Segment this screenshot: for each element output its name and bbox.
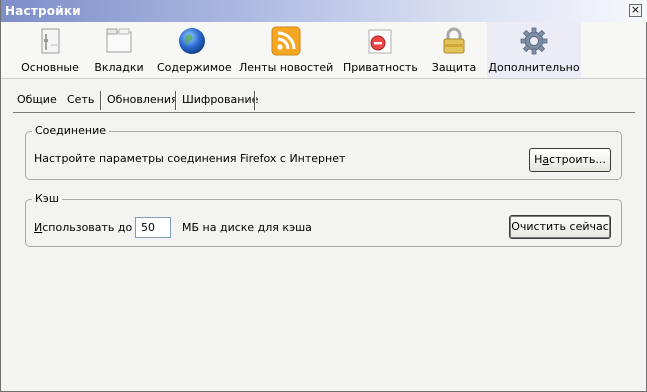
clear-cache-button[interactable]: Очистить сейчас (509, 215, 611, 239)
toolbar-tabs[interactable]: Вкладки (91, 22, 147, 78)
toolbar-feeds[interactable]: Ленты новостей (239, 22, 333, 78)
close-icon: × (630, 3, 641, 16)
subtab-updates[interactable]: Обновления (107, 90, 178, 110)
preferences-toolbar: Основные Вкладки Содержимое Ленты новост… (1, 22, 646, 79)
pane-divider (13, 112, 635, 113)
toolbar-content[interactable]: Содержимое (157, 22, 232, 78)
globe-icon (179, 28, 205, 54)
subtab-encryption[interactable]: Шифрование (182, 90, 258, 110)
toolbar-privacy[interactable]: Приватность (343, 22, 418, 78)
subtab-separator (100, 91, 102, 110)
toolbar-label: Основные (21, 61, 79, 74)
close-button[interactable]: × (629, 4, 642, 17)
label-accel-letter: И (34, 221, 43, 234)
cache-legend: Кэш (32, 192, 62, 205)
tabs-icon (106, 28, 132, 53)
general-icon (41, 28, 60, 54)
subtab-network[interactable]: Сеть (67, 90, 94, 110)
padlock-icon (443, 27, 465, 54)
connection-legend: Соединение (32, 124, 110, 137)
connection-description: Настройте параметры соединения Firefox с… (34, 152, 346, 165)
label-rest: спользовать до (42, 221, 133, 234)
toolbar-advanced[interactable]: Дополнительно (487, 22, 581, 78)
connection-settings-button[interactable]: Настроить... (529, 148, 611, 172)
cache-group: Кэш Использовать до 50 МБ на диске для к… (25, 192, 622, 247)
toolbar-label: Приватность (343, 61, 418, 74)
preferences-window: Настройки × Основные Вкладки Содержимое … (0, 0, 647, 392)
button-label-rest: строить... (549, 153, 606, 166)
toolbar-label: Содержимое (157, 61, 232, 74)
toolbar-label: Вкладки (94, 61, 144, 74)
rss-icon (271, 26, 301, 56)
toolbar-label: Дополнительно (488, 61, 580, 74)
cache-unit-label: МБ на диске для кэша (182, 221, 312, 234)
toolbar-general[interactable]: Основные (17, 22, 83, 78)
cache-size-input[interactable]: 50 (135, 217, 171, 238)
connection-group: Соединение Настройте параметры соединени… (25, 124, 622, 180)
cache-use-label: Использовать до (34, 221, 132, 234)
subtab-separator (175, 91, 177, 110)
toolbar-security[interactable]: Защита (427, 22, 481, 78)
subtab-separator (254, 91, 256, 110)
title-bar[interactable]: Настройки × (1, 0, 647, 22)
privacy-icon (368, 29, 392, 54)
window-title: Настройки (5, 4, 81, 18)
toolbar-label: Защита (431, 61, 477, 74)
toolbar-label: Ленты новостей (239, 61, 334, 74)
gear-icon (520, 27, 548, 55)
subtab-general[interactable]: Общие (17, 90, 57, 110)
